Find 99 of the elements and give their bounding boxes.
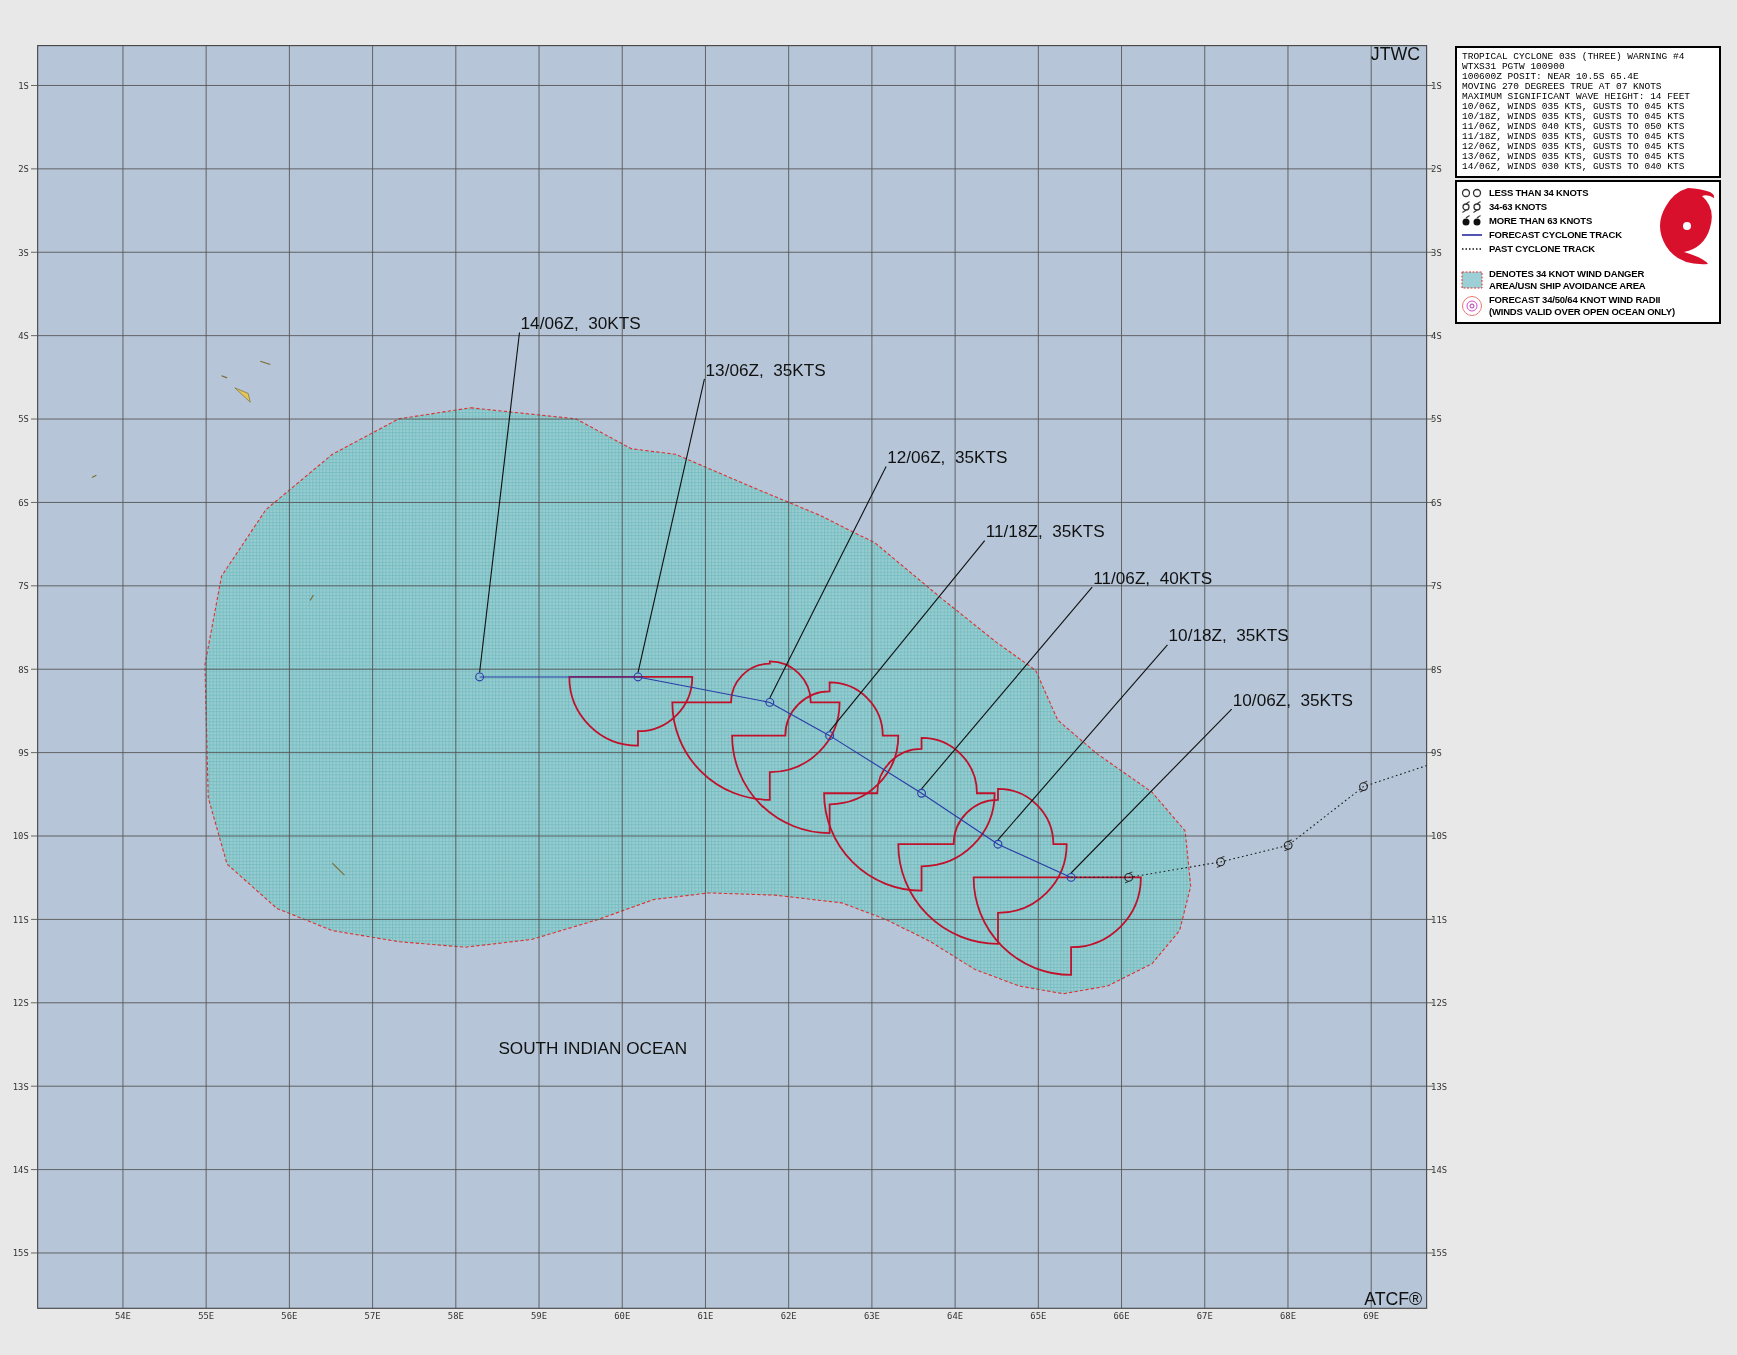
- agency-label: JTWC: [1370, 44, 1420, 64]
- latitude-label: 4S: [1431, 330, 1442, 341]
- forecast-label: 10/06Z, 35KTS: [1232, 689, 1353, 710]
- latitude-label: 10S: [1431, 831, 1448, 842]
- legend-label: DENOTES 34 KNOT WIND DANGER: [1489, 268, 1646, 280]
- latitude-label: 8S: [1431, 664, 1442, 675]
- past-position-marker: [1283, 839, 1293, 852]
- past-position-marker: [1216, 856, 1226, 868]
- warning-text: MOVING 270 DEGREES TRUE AT 07 KNOTS: [1462, 82, 1663, 92]
- latitude-label: 2S: [1431, 164, 1442, 175]
- storm-symbols-icon: [1461, 200, 1483, 213]
- producer-label: ATCF®: [1364, 1288, 1423, 1309]
- latitude-label: 3S: [1431, 247, 1442, 258]
- forecast-label: 11/18Z, 35KTS: [985, 521, 1105, 542]
- warning-text: 14/06Z, WINDS 030 KTS, GUSTS TO 040 KTS: [1462, 162, 1686, 172]
- past-position-marker: [1359, 780, 1368, 793]
- latitude-label: 14S: [12, 1164, 29, 1175]
- latitude-label: 15S: [1431, 1248, 1448, 1259]
- latitude-label: 5S: [1431, 414, 1442, 425]
- past-position-marker: [1124, 871, 1134, 884]
- latitude-label: 4S: [18, 330, 29, 341]
- latitude-label: 1S: [1431, 80, 1442, 91]
- legend-label: LESS THAN 34 KNOTS: [1489, 186, 1589, 199]
- latitude-label: 11S: [1431, 914, 1448, 925]
- longitude-label: 56E: [281, 1311, 298, 1322]
- warning-text: MAXIMUM SIGNIFICANT WAVE HEIGHT: 14 FEET: [1462, 92, 1692, 102]
- island-drawing: [91, 474, 97, 479]
- island-drawing: [309, 594, 314, 602]
- ocean-label: SOUTH INDIAN OCEAN: [498, 1037, 688, 1058]
- legend-label: AREA/USN SHIP AVOIDANCE AREA: [1489, 280, 1646, 292]
- latitude-label: 6S: [18, 497, 29, 508]
- latitude-label: 1S: [18, 80, 29, 91]
- longitude-label: 60E: [614, 1311, 631, 1322]
- warning-text: 13/06Z, WINDS 035 KTS, GUSTS TO 045 KTS: [1462, 152, 1686, 162]
- warning-text: 12/06Z, WINDS 035 KTS, GUSTS TO 045 KTS: [1462, 142, 1686, 152]
- legend-label: FORECAST CYCLONE TRACK: [1489, 228, 1622, 241]
- forecast-label: 12/06Z, 35KTS: [887, 447, 1008, 468]
- latitude-label: 3S: [18, 247, 29, 258]
- longitude-label: 63E: [863, 1311, 880, 1322]
- forecast-position-marker: [917, 788, 926, 798]
- solid-line-icon: [1461, 232, 1483, 237]
- open-circles-icon: [1461, 187, 1483, 198]
- latitude-label: 9S: [18, 747, 29, 758]
- longitude-label: 54E: [114, 1311, 131, 1322]
- latitude-label: 2S: [18, 164, 29, 175]
- hatched-area-icon: [1461, 271, 1483, 289]
- longitude-label: 61E: [697, 1311, 714, 1322]
- forecast-position-marker: [475, 672, 485, 682]
- warning-text: 11/06Z, WINDS 040 KTS, GUSTS TO 050 KTS: [1462, 122, 1686, 132]
- latitude-label: 13S: [1431, 1081, 1448, 1092]
- longitude-label: 62E: [780, 1311, 797, 1322]
- latitude-label: 8S: [18, 664, 29, 675]
- island-drawing: [220, 360, 271, 403]
- latitude-label: 12S: [1431, 998, 1448, 1009]
- longitude-label: 58E: [447, 1311, 464, 1322]
- latitude-label: 9S: [1431, 747, 1442, 758]
- dotted-line-icon: [1461, 246, 1483, 251]
- island-drawing: [331, 862, 346, 876]
- storm-logo-icon: [1658, 186, 1716, 266]
- latitude-label: 7S: [1431, 581, 1442, 592]
- forecast-position-marker: [825, 731, 835, 741]
- latitude-label: 5S: [18, 414, 29, 425]
- warning-text: TROPICAL CYCLONE 03S (THREE) WARNING #4: [1462, 52, 1686, 62]
- forecast-label: 10/18Z, 35KTS: [1168, 625, 1289, 646]
- latitude-label: 11S: [12, 914, 29, 925]
- warning-text: WTXS31 PGTW 100900: [1462, 62, 1566, 72]
- longitude-label: 69E: [1363, 1311, 1380, 1322]
- warning-text: 100600Z POSIT: NEAR 10.5S 65.4E: [1462, 72, 1640, 82]
- latitude-label: 14S: [1431, 1164, 1448, 1175]
- forecast-position-marker: [993, 839, 1003, 849]
- forecast-position-marker: [1066, 873, 1076, 882]
- forecast-position-marker: [633, 672, 643, 682]
- filled-storm-symbols-icon: [1461, 214, 1483, 227]
- legend-label: PAST CYCLONE TRACK: [1489, 242, 1595, 255]
- longitude-label: 65E: [1030, 1311, 1047, 1322]
- longitude-label: 67E: [1196, 1311, 1213, 1322]
- legend-label: (WINDS VALID OVER OPEN OCEAN ONLY): [1489, 306, 1675, 318]
- warning-text: 11/18Z, WINDS 035 KTS, GUSTS TO 045 KTS: [1462, 132, 1686, 142]
- concentric-circles-icon: [1461, 295, 1483, 317]
- longitude-label: 59E: [531, 1311, 548, 1322]
- longitude-label: 57E: [364, 1311, 381, 1322]
- warning-text: 10/18Z, WINDS 035 KTS, GUSTS TO 045 KTS: [1462, 112, 1686, 122]
- legend-label: MORE THAN 63 KNOTS: [1489, 214, 1593, 227]
- latitude-label: 10S: [12, 831, 29, 842]
- latitude-label: 13S: [12, 1081, 29, 1092]
- warning-text: 10/06Z, WINDS 035 KTS, GUSTS TO 045 KTS: [1462, 102, 1686, 112]
- legend-label: FORECAST 34/50/64 KNOT WIND RADII: [1489, 294, 1662, 306]
- latitude-label: 15S: [12, 1248, 29, 1259]
- latitude-label: 7S: [18, 581, 29, 592]
- longitude-label: 64E: [947, 1311, 964, 1322]
- latitude-label: 12S: [12, 998, 29, 1009]
- forecast-position-marker: [765, 698, 775, 707]
- latitude-label: 6S: [1431, 497, 1442, 508]
- legend-label: 34-63 KNOTS: [1489, 200, 1547, 213]
- longitude-label: 66E: [1113, 1311, 1130, 1322]
- longitude-label: 55E: [198, 1311, 215, 1322]
- forecast-label: 13/06Z, 35KTS: [705, 359, 826, 380]
- longitude-label: 68E: [1279, 1311, 1296, 1322]
- forecast-label: 14/06Z, 30KTS: [520, 313, 641, 334]
